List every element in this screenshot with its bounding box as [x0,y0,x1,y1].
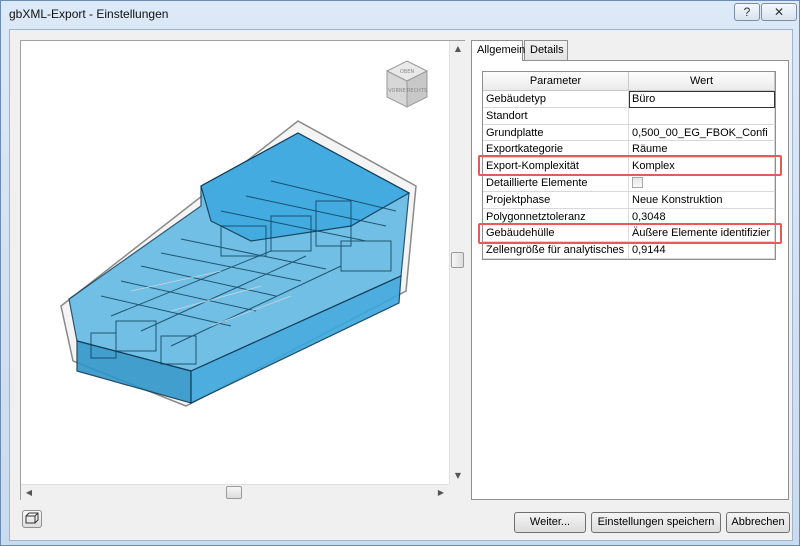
close-button[interactable]: ✕ [761,3,797,21]
help-icon: ? [743,5,751,19]
scroll-left-icon[interactable]: ◀ [21,485,37,501]
param-value[interactable]: Räume [629,141,775,159]
param-value[interactable] [629,174,775,192]
scroll-down-icon[interactable]: ▼ [450,468,466,484]
param-value[interactable]: Neue Konstruktion [629,191,775,209]
tab-allgemein[interactable]: Allgemein [471,40,525,61]
cancel-button[interactable]: Abbrechen [726,512,790,533]
viewcube-front-label: VORNE [388,88,406,94]
close-icon: ✕ [773,5,785,19]
param-value[interactable]: Äußere Elemente identifizier [629,225,775,243]
grid-row-export-komplexitaet[interactable]: Export-Komplexität Komplex [483,158,775,175]
tab-page-allgemein: Parameter Wert Gebäudetyp Büro Standort … [471,60,789,500]
weiter-button[interactable]: Weiter... [514,512,586,533]
column-header-parameter[interactable]: Parameter [483,72,629,91]
param-value[interactable]: 0,9144 [629,242,775,259]
toggle-3d-view-button[interactable] [22,510,42,528]
3d-view-icon [25,512,39,524]
param-label: Export-Komplexität [483,158,629,175]
horizontal-scroll-thumb[interactable] [226,486,242,499]
param-label: Polygonnetztoleranz [483,208,629,226]
grid-row-zellengroesse[interactable]: Zellengröße für analytisches 0,9144 [483,242,775,259]
grid-row-gebaeudehuelle[interactable]: Gebäudehülle Äußere Elemente identifizie… [483,225,775,243]
param-value-input[interactable]: Büro [629,91,775,108]
scroll-up-icon[interactable]: ▲ [450,41,466,57]
viewcube-icon[interactable]: OBEN VORNE RECHTS [383,59,431,113]
tab-details[interactable]: Details [524,40,568,60]
help-button[interactable]: ? [734,3,760,21]
model-preview-pane[interactable]: OBEN VORNE RECHTS ▲ ▼ ◀ ▶ [20,40,465,500]
title-bar: gbXML-Export - Einstellungen ? ✕ [1,1,800,27]
param-label: Detaillierte Elemente [483,174,629,192]
scroll-right-icon[interactable]: ▶ [433,485,449,501]
param-label: Exportkategorie [483,141,629,159]
param-label: Standort [483,107,629,125]
param-label: Gebäudehülle [483,225,629,243]
grid-row-projektphase[interactable]: Projektphase Neue Konstruktion [483,191,775,209]
param-value[interactable]: 0,500_00_EG_FBOK_Confi [629,124,775,142]
dialog-window: gbXML-Export - Einstellungen ? ✕ OBEN VO… [0,0,800,546]
grid-header: Parameter Wert [483,72,775,91]
grid-row-standort[interactable]: Standort [483,107,775,125]
grid-row-grundplatte[interactable]: Grundplatte 0,500_00_EG_FBOK_Confi [483,124,775,142]
window-title: gbXML-Export - Einstellungen [9,7,169,21]
grid-row-polygonnetztoleranz[interactable]: Polygonnetztoleranz 0,3048 [483,208,775,226]
param-label: Gebäudetyp [483,91,629,108]
viewcube-top-label: OBEN [400,69,415,75]
grid-row-exportkategorie[interactable]: Exportkategorie Räume [483,141,775,159]
param-value[interactable]: Komplex [629,158,775,175]
grid-row-detaillierte-elemente[interactable]: Detaillierte Elemente [483,174,775,192]
detail-elements-checkbox[interactable] [632,176,643,188]
param-label: Projektphase [483,191,629,209]
preview-horizontal-scrollbar[interactable]: ◀ ▶ [21,484,449,500]
parameter-grid: Parameter Wert Gebäudetyp Büro Standort … [482,71,776,260]
param-label: Zellengröße für analytisches [483,242,629,259]
preview-vertical-scrollbar[interactable]: ▲ ▼ [449,41,465,484]
model-preview-canvas[interactable]: OBEN VORNE RECHTS [21,41,449,484]
param-value[interactable]: 0,3048 [629,208,775,226]
save-settings-button[interactable]: Einstellungen speichern [591,512,721,533]
param-label: Grundplatte [483,124,629,142]
dialog-client: OBEN VORNE RECHTS ▲ ▼ ◀ ▶ Allgemein Deta… [9,29,793,541]
column-header-wert[interactable]: Wert [629,72,775,91]
param-value[interactable] [629,107,775,125]
vertical-scroll-thumb[interactable] [451,252,464,268]
viewcube-right-label: RECHTS [407,88,427,94]
scrollbar-corner [449,484,465,500]
grid-row-gebaeudetyp[interactable]: Gebäudetyp Büro [483,91,775,108]
